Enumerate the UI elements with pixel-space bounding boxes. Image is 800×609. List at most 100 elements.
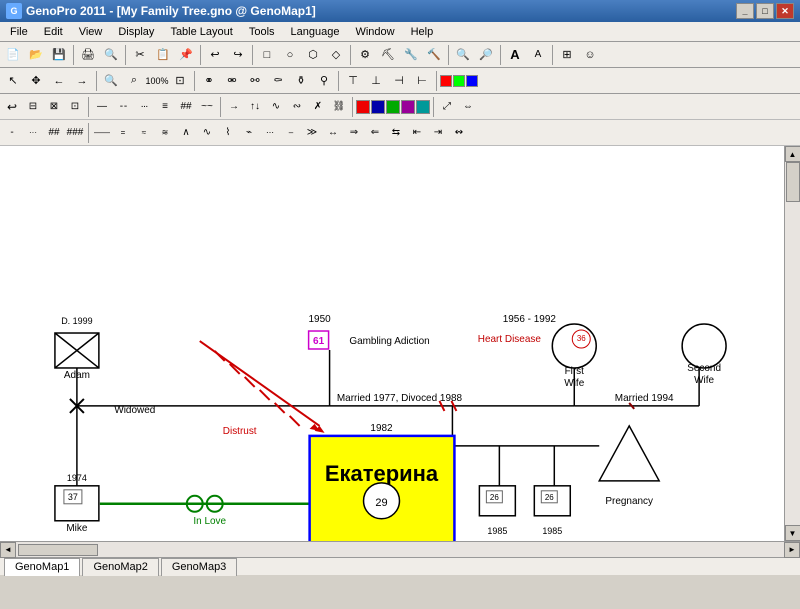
arrow1-icon[interactable]: → (224, 97, 244, 117)
tool1-icon[interactable]: ⚙ (354, 44, 376, 66)
zoom-in-icon[interactable]: 🔍 (452, 44, 474, 66)
align2-icon[interactable]: ⊥ (365, 70, 387, 92)
search-icon[interactable]: 🔍 (100, 70, 122, 92)
extra2-icon[interactable]: ⇔ (458, 97, 478, 117)
extra1-icon[interactable]: ⤢ (437, 97, 457, 117)
menu-help[interactable]: Help (403, 22, 442, 41)
col-red[interactable] (356, 100, 370, 114)
line1-icon[interactable]: — (92, 97, 112, 117)
back-icon[interactable]: ← (48, 70, 70, 92)
paste-icon[interactable]: 📌 (175, 44, 197, 66)
tab-genomap2[interactable]: GenoMap2 (82, 558, 158, 576)
rel-style5[interactable]: ∧ (176, 123, 196, 143)
rel3-icon[interactable]: ⚯ (244, 70, 266, 92)
zoom100-icon[interactable]: 100% (146, 70, 168, 92)
rel2-icon[interactable]: ⚮ (221, 70, 243, 92)
arrow2-icon[interactable]: ↑↓ (245, 97, 265, 117)
close-button[interactable]: ✕ (776, 3, 794, 19)
align1-icon[interactable]: ⊤ (342, 70, 364, 92)
minimize-button[interactable]: _ (736, 3, 754, 19)
rel-style6[interactable]: ∿ (197, 123, 217, 143)
tilde-icon[interactable]: ~~ (197, 97, 217, 117)
hash-icon[interactable]: ## (176, 97, 196, 117)
scroll-left-button[interactable]: ◄ (0, 542, 16, 558)
redo-icon[interactable]: ↪ (227, 44, 249, 66)
scrollbar-horizontal[interactable]: ◄ ► (0, 541, 800, 557)
scrollbar-vertical[interactable]: ▲ ▼ (784, 146, 800, 541)
rel-style8[interactable]: ⌁ (239, 123, 259, 143)
col-green[interactable] (386, 100, 400, 114)
tool2-icon[interactable]: ⛏ (377, 44, 399, 66)
smiley-icon[interactable]: ☺ (579, 44, 601, 66)
tool4-icon[interactable]: 🔨 (423, 44, 445, 66)
scroll-up-button[interactable]: ▲ (785, 146, 800, 162)
line3-icon[interactable]: ··· (134, 97, 154, 117)
font-a2-icon[interactable]: A (527, 44, 549, 66)
font-a-icon[interactable]: A (504, 44, 526, 66)
align3-icon[interactable]: ⊣ (388, 70, 410, 92)
menu-window[interactable]: Window (347, 22, 402, 41)
color1-icon[interactable] (440, 75, 452, 87)
female-icon[interactable]: ○ (279, 44, 301, 66)
menu-tools[interactable]: Tools (241, 22, 283, 41)
forward-icon[interactable]: → (71, 70, 93, 92)
cursor-icon[interactable]: ↖ (2, 70, 24, 92)
window-controls[interactable]: _ □ ✕ (736, 3, 794, 19)
zoom-out-icon[interactable]: 🔎 (475, 44, 497, 66)
open-icon[interactable]: 📂 (25, 44, 47, 66)
wave-icon[interactable]: ∿ (266, 97, 286, 117)
rel-style11[interactable]: ≫ (302, 123, 322, 143)
hash3-icon[interactable]: ### (65, 123, 85, 143)
rel-style12[interactable]: ↔ (323, 123, 343, 143)
grid-icon[interactable]: ⊞ (556, 44, 578, 66)
menu-display[interactable]: Display (110, 22, 162, 41)
family-icon[interactable]: ⬡ (302, 44, 324, 66)
copy-icon[interactable]: 📋 (152, 44, 174, 66)
color2-icon[interactable] (453, 75, 465, 87)
cross-icon[interactable]: ✗ (308, 97, 328, 117)
rel-style1[interactable]: —— (92, 123, 112, 143)
gender-x-icon[interactable]: ◇ (325, 44, 347, 66)
tab-genomap1[interactable]: GenoMap1 (4, 558, 80, 576)
chain-icon[interactable]: ⛓ (329, 97, 349, 117)
rel-style7[interactable]: ⌇ (218, 123, 238, 143)
rel-style10[interactable]: – (281, 123, 301, 143)
scroll-down-button[interactable]: ▼ (785, 525, 800, 541)
col-cyan[interactable] (416, 100, 430, 114)
rel-style4[interactable]: ≋ (155, 123, 175, 143)
cut-icon[interactable]: ✂ (129, 44, 151, 66)
rel6-icon[interactable]: ⚲ (313, 70, 335, 92)
scroll-thumb-h[interactable] (18, 544, 98, 556)
color3-icon[interactable] (466, 75, 478, 87)
dots-icon[interactable]: ··· (23, 123, 43, 143)
male-icon[interactable]: □ (256, 44, 278, 66)
sort3-icon[interactable]: ⊡ (65, 97, 85, 117)
fit-icon[interactable]: ⊡ (169, 70, 191, 92)
rel-style15[interactable]: ⇆ (386, 123, 406, 143)
canvas-area[interactable]: Adam D. 1999 61 1950 Gambling Adiction 1… (0, 146, 784, 541)
print-icon[interactable]: 🖨 (77, 44, 99, 66)
rel-style9[interactable]: ⋯ (260, 123, 280, 143)
menu-file[interactable]: File (2, 22, 36, 41)
scroll-thumb-v[interactable] (786, 162, 800, 202)
rel-style14[interactable]: ⇐ (365, 123, 385, 143)
sort-icon[interactable]: ⊟ (23, 97, 43, 117)
undo-icon[interactable]: ↩ (204, 44, 226, 66)
menu-language[interactable]: Language (283, 22, 348, 41)
sort2-icon[interactable]: ⊠ (44, 97, 64, 117)
rel-style13[interactable]: ⇒ (344, 123, 364, 143)
search2-icon[interactable]: ⌕ (123, 70, 145, 92)
minus-icon[interactable]: - (2, 123, 22, 143)
align4-icon[interactable]: ⊢ (411, 70, 433, 92)
col-purple[interactable] (401, 100, 415, 114)
rel-style18[interactable]: ↭ (449, 123, 469, 143)
menu-table-layout[interactable]: Table Layout (162, 22, 240, 41)
col-blue[interactable] (371, 100, 385, 114)
tool3-icon[interactable]: 🔧 (400, 44, 422, 66)
rel5-icon[interactable]: ⚱ (290, 70, 312, 92)
rel4-icon[interactable]: ⚰ (267, 70, 289, 92)
rel-style2[interactable]: = (113, 123, 133, 143)
tab-genomap3[interactable]: GenoMap3 (161, 558, 237, 576)
rel-style3[interactable]: ≈ (134, 123, 154, 143)
line2-icon[interactable]: - - (113, 97, 133, 117)
